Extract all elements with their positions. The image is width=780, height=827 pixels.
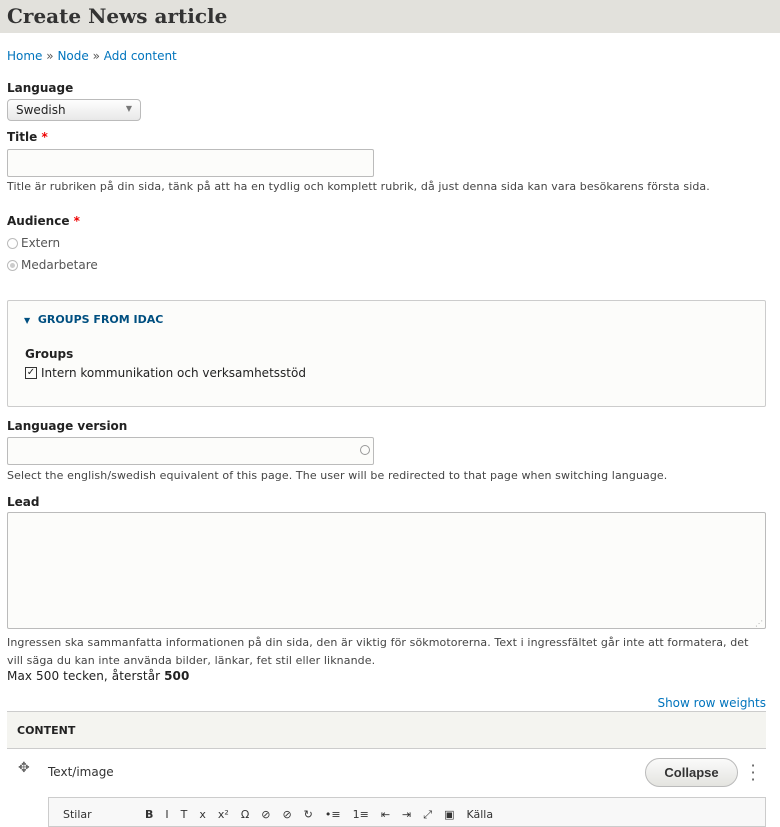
radio-extern[interactable]: Extern: [7, 236, 60, 250]
radio-icon: [7, 259, 18, 271]
page-header: Create News article: [0, 0, 780, 33]
lead-textarea[interactable]: ⋰: [7, 512, 766, 629]
lead-description: Ingressen ska sammanfatta informationen …: [7, 636, 749, 667]
superscript-button[interactable]: x²: [218, 808, 229, 821]
lead-label: Lead: [7, 495, 40, 509]
bullet-list-button[interactable]: •≡: [325, 808, 341, 821]
language-version-label: Language version: [7, 419, 128, 433]
lead-counter: Max 500 tecken, återstår 500: [7, 669, 190, 683]
source-button[interactable]: Källa: [466, 808, 493, 821]
editor-toolbar: Stilar B I T x x² Ω ⊘ ⊘ ↻ •≡ 1≡ ⇤ ⇥ ⤢ ▣ …: [48, 797, 766, 827]
breadcrumb-separator: »: [46, 49, 54, 63]
autocomplete-throbber-icon: [360, 445, 370, 455]
drag-handle-icon[interactable]: ✥: [18, 760, 30, 776]
language-version-input[interactable]: [7, 437, 374, 465]
groups-label: Groups: [25, 347, 74, 361]
groups-fieldset-toggle[interactable]: ▼ GROUPS FROM IDAC: [24, 313, 163, 326]
required-marker: *: [41, 130, 48, 144]
maximize-button[interactable]: ⤢: [423, 808, 432, 821]
remove-format-button[interactable]: x: [199, 808, 206, 821]
triangle-down-icon: ▼: [24, 316, 31, 325]
language-version-description: Select the english/swedish equivalent of…: [7, 469, 668, 482]
bold-button[interactable]: B: [145, 808, 153, 821]
show-row-weights-link[interactable]: Show row weights: [657, 696, 766, 710]
breadcrumb-add-content[interactable]: Add content: [104, 49, 177, 63]
title-label: Title *: [7, 130, 48, 144]
show-blocks-button[interactable]: ▣: [444, 808, 454, 821]
audience-label: Audience *: [7, 214, 80, 228]
fieldset-legend: GROUPS FROM IDAC: [37, 313, 164, 326]
radio-medarbetare[interactable]: Medarbetare: [7, 258, 98, 272]
link-button[interactable]: ⊘: [261, 808, 270, 821]
checkbox-label: Intern kommunikation och verksamhetsstöd: [41, 366, 306, 380]
more-options-icon[interactable]: · · ·: [748, 758, 758, 788]
language-value: Swedish: [16, 103, 66, 117]
page-title: Create News article: [7, 4, 228, 28]
language-select[interactable]: Swedish ▼: [7, 99, 141, 121]
numbered-list-button[interactable]: 1≡: [353, 808, 369, 821]
checkbox-checked-icon: ✓: [25, 367, 37, 379]
groups-fieldset: ▼ GROUPS FROM IDAC Groups ✓ Intern kommun…: [7, 300, 766, 407]
collapse-button[interactable]: Collapse: [645, 758, 738, 787]
group-checkbox[interactable]: ✓ Intern kommunikation och verksamhetsstö…: [25, 366, 306, 380]
radio-label: Extern: [21, 236, 61, 250]
special-char-button[interactable]: Ω: [241, 808, 249, 821]
content-table-header: CONTENT: [7, 711, 766, 749]
anchor-button[interactable]: ↻: [304, 808, 313, 821]
breadcrumb-separator: »: [92, 49, 100, 63]
radio-icon: [7, 237, 18, 249]
outdent-button[interactable]: ⇤: [381, 808, 390, 821]
required-marker: *: [73, 214, 80, 228]
title-input[interactable]: [7, 149, 374, 177]
indent-button[interactable]: ⇥: [402, 808, 411, 821]
breadcrumb: Home » Node » Add content: [7, 49, 177, 63]
unlink-button[interactable]: ⊘: [282, 808, 291, 821]
breadcrumb-node[interactable]: Node: [57, 49, 88, 63]
styles-dropdown[interactable]: Stilar: [63, 808, 133, 821]
paragraph-type-label: Text/image: [48, 765, 114, 779]
breadcrumb-home[interactable]: Home: [7, 49, 42, 63]
italic-button[interactable]: I: [165, 808, 168, 821]
radio-label: Medarbetare: [21, 258, 98, 272]
title-description: Title är rubriken på din sida, tänk på a…: [7, 180, 710, 193]
strike-button[interactable]: T: [181, 808, 188, 821]
language-label: Language: [7, 81, 74, 95]
chevron-down-icon: ▼: [125, 104, 132, 113]
resize-handle-icon[interactable]: ⋰: [755, 619, 763, 628]
